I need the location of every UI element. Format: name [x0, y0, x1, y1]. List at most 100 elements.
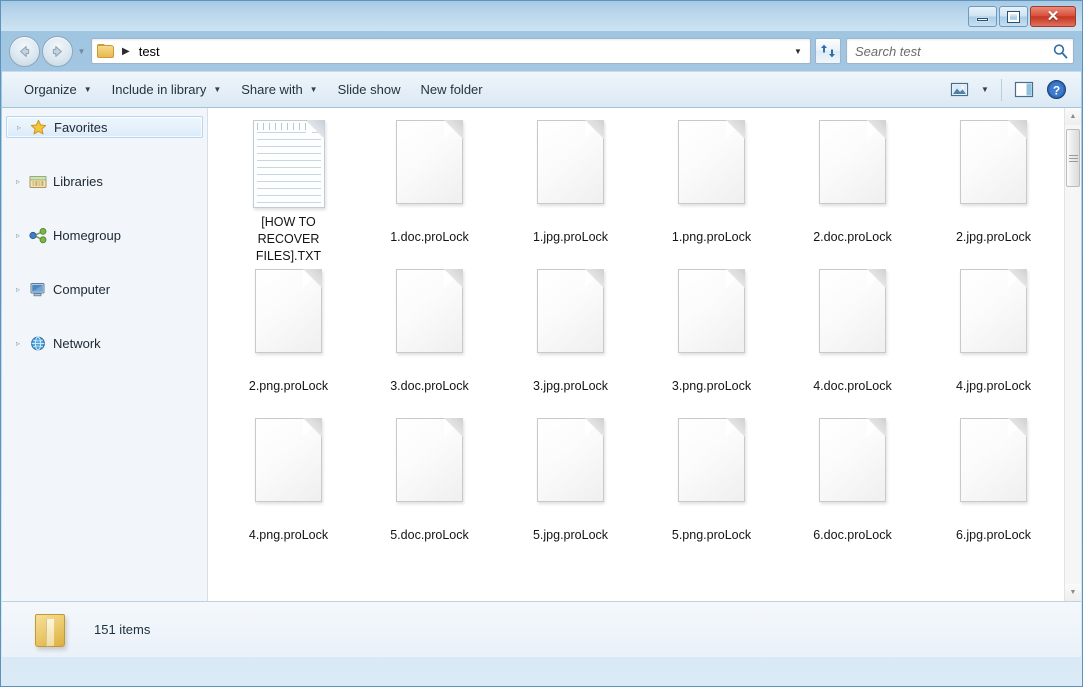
minimize-button[interactable]	[968, 6, 997, 27]
maximize-icon	[1008, 12, 1019, 22]
sidebar-item-libraries[interactable]: ▹ Libraries	[6, 170, 203, 192]
search-box[interactable]	[846, 38, 1074, 64]
help-icon: ?	[1046, 79, 1067, 100]
maximize-button[interactable]	[999, 6, 1028, 27]
toolbar-item-label: Share with	[241, 82, 302, 97]
help-button[interactable]: ?	[1041, 77, 1071, 103]
file-item[interactable]: 1.doc.proLock	[359, 116, 500, 265]
toolbar-item-new-folder[interactable]: New folder	[410, 76, 492, 103]
item-count-label: 151 items	[94, 622, 150, 637]
preview-pane-button[interactable]	[1009, 77, 1039, 103]
sidebar-item-label: Libraries	[53, 174, 103, 189]
chevron-down-icon: ▼	[981, 85, 989, 94]
file-name-label: 2.jpg.proLock	[956, 229, 1031, 246]
file-item[interactable]: 3.jpg.proLock	[500, 265, 641, 414]
change-view-dropdown[interactable]: ▼	[976, 77, 994, 103]
sidebar-item-homegroup[interactable]: ▹ Homegroup	[6, 224, 203, 246]
toolbar-item-organize[interactable]: Organize ▼	[14, 76, 102, 103]
scrollbar-track[interactable]	[1065, 125, 1081, 584]
breadcrumb-path: test	[139, 44, 160, 59]
blank-document-icon	[819, 269, 886, 353]
file-item[interactable]: 4.doc.proLock	[782, 265, 923, 414]
back-button[interactable]	[9, 36, 40, 67]
sidebar-item-computer[interactable]: ▹ Computer	[6, 278, 203, 300]
toolbar-item-slide-show[interactable]: Slide show	[328, 76, 411, 103]
file-name-label: 4.doc.proLock	[813, 378, 892, 395]
minimize-icon	[977, 18, 988, 21]
sidebar-item-favorites[interactable]: ▹ Favorites	[6, 116, 203, 138]
expander-icon[interactable]: ▹	[12, 339, 24, 348]
expander-icon[interactable]: ▹	[12, 177, 24, 186]
file-icon-wrapper	[521, 120, 621, 224]
scrollbar-thumb[interactable]	[1066, 129, 1080, 187]
toolbar-item-label: Include in library	[112, 82, 207, 97]
forward-button[interactable]	[42, 36, 73, 67]
network-icon	[29, 335, 48, 352]
file-item[interactable]: 5.doc.proLock	[359, 414, 500, 563]
file-name-label: 2.doc.proLock	[813, 229, 892, 246]
file-icon-wrapper	[239, 418, 339, 522]
file-name-label: [HOW TO RECOVER FILES].TXT	[243, 214, 335, 265]
file-item[interactable]: 1.jpg.proLock	[500, 116, 641, 265]
file-icon-wrapper	[380, 418, 480, 522]
file-name-label: 5.doc.proLock	[390, 527, 469, 544]
svg-text:?: ?	[1052, 83, 1059, 97]
file-item[interactable]: 2.jpg.proLock	[923, 116, 1064, 265]
sidebar-item-label: Network	[53, 336, 101, 351]
vertical-scrollbar[interactable]: ▲ ▼	[1064, 108, 1081, 601]
file-name-label: 4.jpg.proLock	[956, 378, 1031, 395]
star-icon	[30, 119, 49, 136]
address-dropdown-button[interactable]: ▼	[788, 39, 808, 63]
expander-icon[interactable]: ▹	[12, 231, 24, 240]
file-name-label: 4.png.proLock	[249, 527, 328, 544]
breadcrumb-separator: ▶	[122, 46, 130, 57]
toolbar-item-share-with[interactable]: Share with ▼	[231, 76, 327, 103]
file-name-label: 6.doc.proLock	[813, 527, 892, 544]
change-view-button[interactable]	[944, 77, 974, 103]
address-bar-row: ▼ ▶ test ▼	[1, 31, 1082, 71]
file-list-area: [HOW TO RECOVER FILES].TXT1.doc.proLock1…	[208, 108, 1081, 601]
libraries-icon	[29, 173, 48, 190]
expander-icon[interactable]: ▹	[12, 285, 24, 294]
chevron-down-icon: ▼	[213, 85, 221, 94]
sidebar-item-label: Homegroup	[53, 228, 121, 243]
file-item[interactable]: 4.png.proLock	[218, 414, 359, 563]
status-bar: 151 items	[2, 601, 1081, 657]
toolbar-item-include-in-library[interactable]: Include in library ▼	[102, 76, 232, 103]
file-icon-wrapper	[380, 120, 480, 224]
sidebar-item-label: Computer	[53, 282, 110, 297]
file-item[interactable]: 5.jpg.proLock	[500, 414, 641, 563]
blank-document-icon	[396, 418, 463, 502]
search-icon	[1052, 43, 1069, 60]
file-name-label: 1.png.proLock	[672, 229, 751, 246]
file-item[interactable]: 3.png.proLock	[641, 265, 782, 414]
file-item[interactable]: 3.doc.proLock	[359, 265, 500, 414]
file-item[interactable]: 1.png.proLock	[641, 116, 782, 265]
scrollbar-grip-icon	[1069, 153, 1078, 164]
file-item[interactable]: 4.jpg.proLock	[923, 265, 1064, 414]
address-bar[interactable]: ▶ test ▼	[91, 38, 811, 64]
file-icon-wrapper	[239, 269, 339, 373]
sidebar-item-label: Favorites	[54, 120, 107, 135]
blank-document-icon	[537, 120, 604, 204]
scroll-down-icon: ▼	[1070, 589, 1077, 596]
file-item[interactable]: 2.doc.proLock	[782, 116, 923, 265]
file-icon-wrapper	[803, 120, 903, 224]
refresh-button[interactable]	[815, 38, 841, 64]
scroll-down-button[interactable]: ▼	[1065, 584, 1081, 601]
file-item[interactable]: 2.png.proLock	[218, 265, 359, 414]
expander-icon[interactable]: ▹	[13, 123, 25, 132]
toolbar-divider	[1001, 79, 1002, 101]
scroll-up-button[interactable]: ▲	[1065, 108, 1081, 125]
file-name-label: 2.png.proLock	[249, 378, 328, 395]
file-item[interactable]: 6.jpg.proLock	[923, 414, 1064, 563]
file-item[interactable]: [HOW TO RECOVER FILES].TXT	[218, 116, 359, 265]
file-item[interactable]: 5.png.proLock	[641, 414, 782, 563]
file-item[interactable]: 6.doc.proLock	[782, 414, 923, 563]
sidebar-item-network[interactable]: ▹ Network	[6, 332, 203, 354]
close-button[interactable]: ✕	[1030, 6, 1076, 27]
file-name-label: 5.png.proLock	[672, 527, 751, 544]
title-bar: ✕	[1, 1, 1082, 31]
recent-pages-button[interactable]: ▼	[75, 36, 88, 67]
search-input[interactable]	[855, 44, 1052, 59]
